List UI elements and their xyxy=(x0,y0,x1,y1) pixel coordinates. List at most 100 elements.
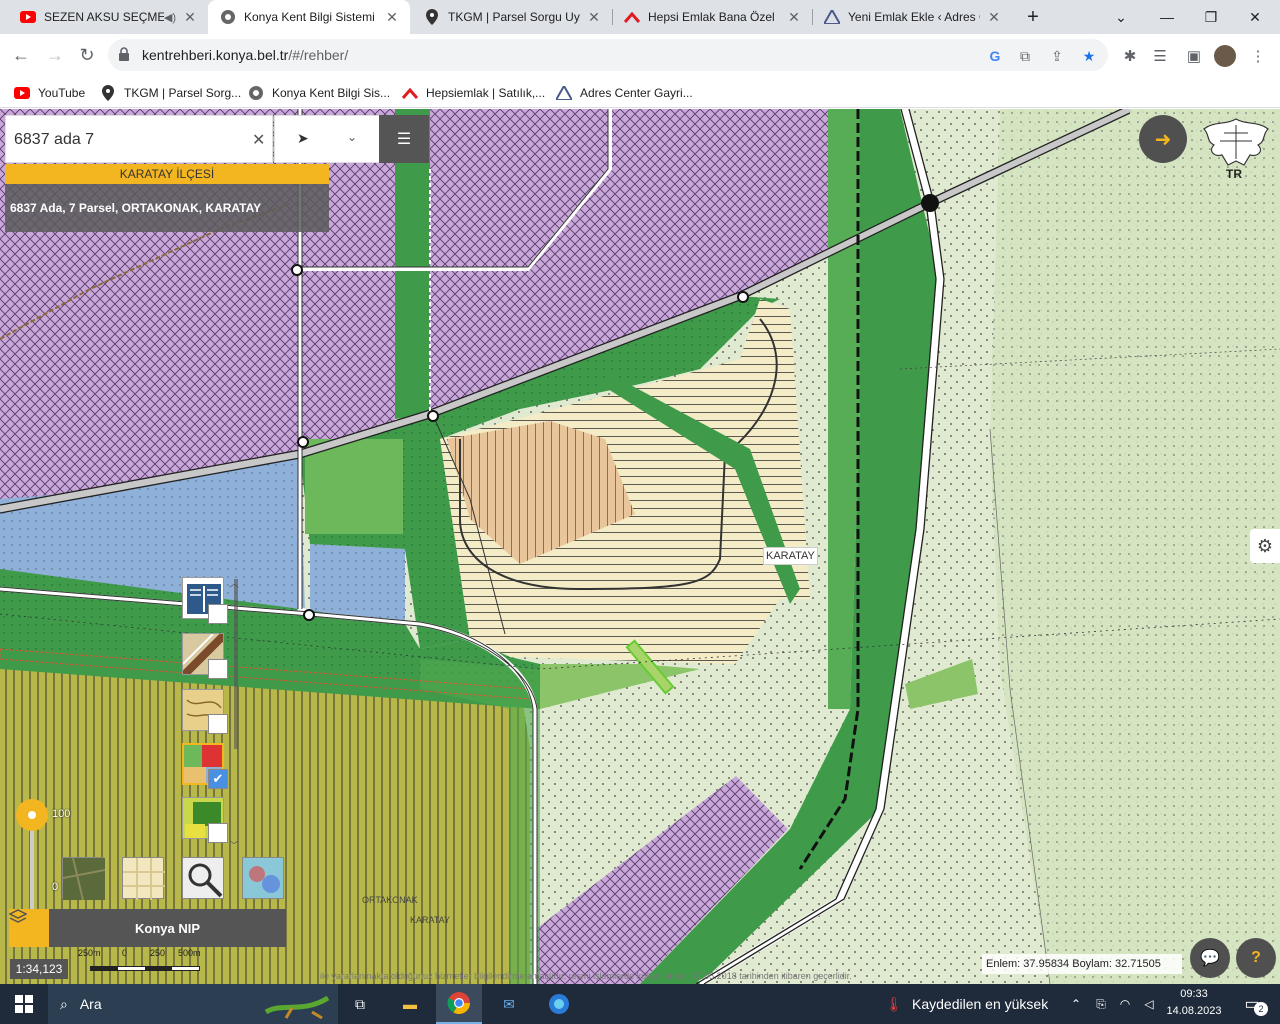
lizard-illustration-icon xyxy=(262,988,334,1020)
youtube-icon xyxy=(14,85,30,101)
weather-text[interactable]: Kaydedilen en yüksek xyxy=(912,984,1052,1024)
close-tab-icon[interactable]: ✕ xyxy=(786,9,802,26)
youtube-icon xyxy=(20,9,36,25)
tab-hepsiemlak[interactable]: Hepsi Emlak Bana Özel ✕ xyxy=(612,0,812,34)
scale-tick: 500m xyxy=(178,948,201,958)
question-icon: ? xyxy=(1251,949,1261,966)
search-result-item[interactable]: 6837 Ada, 7 Parsel, ORTAKONAK, KARATAY xyxy=(5,184,329,232)
google-icon[interactable]: G xyxy=(986,47,1004,65)
settings-button[interactable]: ⚙ xyxy=(1250,529,1280,563)
bookmark-konya[interactable]: Konya Kent Bilgi Sis... xyxy=(248,84,390,102)
scroll-down-icon[interactable]: ﹀ xyxy=(229,837,239,852)
close-tab-icon[interactable]: ✕ xyxy=(384,9,400,26)
layer-checkbox[interactable] xyxy=(208,714,228,734)
opacity-slider-track[interactable] xyxy=(30,829,34,909)
side-panel-icon[interactable]: ▣ xyxy=(1184,46,1204,66)
location-selector[interactable]: ➤ ⌄ xyxy=(274,115,380,163)
emblem-logo: TR xyxy=(1196,111,1276,183)
restore-button[interactable]: ❐ xyxy=(1188,0,1234,34)
scroll-up-icon[interactable]: ︿ xyxy=(229,575,239,590)
forward-button[interactable]: → xyxy=(40,40,70,70)
reload-button[interactable]: ↻ xyxy=(72,40,102,70)
emblem-text: TR xyxy=(1226,167,1242,181)
clock-time[interactable]: 09:33 xyxy=(1162,988,1226,1000)
chevron-up-icon[interactable]: ⌃ xyxy=(1066,984,1086,1024)
tab-konya[interactable]: Konya Kent Bilgi Sistemi ✕ xyxy=(208,0,410,34)
media-icon[interactable]: ☰ xyxy=(1150,46,1170,66)
close-window-button[interactable]: ✕ xyxy=(1232,0,1278,34)
url-host: kentrehberi.konya.bel.tr xyxy=(142,47,289,63)
start-button[interactable] xyxy=(0,984,48,1024)
chrome-taskbar-icon[interactable] xyxy=(436,984,482,1024)
task-view-icon[interactable]: ⧉ xyxy=(340,984,380,1024)
notification-icon[interactable]: ▭ 2 xyxy=(1234,984,1270,1024)
address-bar[interactable]: kentrehberi.konya.bel.tr/#/rehber/ G ⧉ ⇪… xyxy=(108,39,1108,71)
back-button[interactable]: ← xyxy=(6,40,36,70)
profile-avatar[interactable] xyxy=(1214,45,1236,67)
login-button[interactable]: ➜ xyxy=(1139,115,1187,163)
edge-browser-icon[interactable] xyxy=(536,984,582,1024)
help-button[interactable]: ? xyxy=(1236,938,1276,978)
extensions-icon[interactable]: ✱ xyxy=(1120,46,1140,66)
mail-icon[interactable]: ✉ xyxy=(486,984,532,1024)
tab-adres-center[interactable]: Yeni Emlak Ekle ‹ Adres Ce ✕ xyxy=(812,0,1012,34)
konya-logo-icon xyxy=(248,85,264,101)
layer-checkbox[interactable] xyxy=(208,823,228,843)
taskbar-search-placeholder: Ara xyxy=(79,996,102,1012)
layer-checkbox[interactable] xyxy=(208,659,228,679)
layers-icon[interactable] xyxy=(9,909,49,947)
bookmark-star-icon[interactable]: ★ xyxy=(1080,47,1098,65)
close-tab-icon[interactable]: ✕ xyxy=(182,9,198,26)
basemap-search[interactable] xyxy=(182,857,224,899)
sign-in-icon: ➜ xyxy=(1154,128,1172,151)
list-icon: ☰ xyxy=(396,131,412,148)
layer-scrollbar[interactable] xyxy=(234,579,238,749)
layer-checkbox-checked[interactable]: ✔ xyxy=(208,769,228,789)
menu-list-button[interactable]: ☰ xyxy=(379,115,429,163)
opacity-min-label: 0 xyxy=(52,881,59,893)
zoning-map[interactable] xyxy=(0,109,1280,984)
lock-icon[interactable] xyxy=(118,47,132,61)
faint-place-label: ORTAKONAK xyxy=(362,895,418,905)
clear-search-icon[interactable]: ✕ xyxy=(252,130,265,150)
bookmark-adres-center[interactable]: Adres Center Gayri... xyxy=(556,84,693,102)
taskbar-search[interactable]: ⌕ Ara xyxy=(48,984,338,1024)
speaker-icon[interactable]: ◀) xyxy=(164,11,176,24)
share-icon[interactable]: ⇪ xyxy=(1048,47,1066,65)
tab-search-icon[interactable]: ⌄ xyxy=(1098,0,1144,34)
volume-icon[interactable]: ◁ xyxy=(1138,984,1160,1024)
windows-taskbar: ⌕ Ara ⧉ ▬ ✉ 🌡 Kaydedilen en yüksek ⌃ ⎘ ◠… xyxy=(0,984,1280,1024)
disclaimer-text: ile yararlanmakta olduğunuz hizmetler bi… xyxy=(320,971,852,981)
network-icon[interactable]: ⎘ xyxy=(1090,984,1112,1024)
map-canvas[interactable]: ✕ ➤ ⌄ ☰ KARATAY İLÇESİ 6837 Ada, 7 Parse… xyxy=(0,109,1280,984)
wifi-icon[interactable]: ◠ xyxy=(1114,984,1136,1024)
minimize-button[interactable]: — xyxy=(1144,0,1190,34)
layers-title: Konya NIP xyxy=(134,920,200,936)
basemap-heatmap[interactable] xyxy=(242,857,284,899)
close-tab-icon[interactable]: ✕ xyxy=(986,9,1002,26)
clock-date[interactable]: 14.08.2023 xyxy=(1162,1005,1226,1017)
feedback-button[interactable]: 💬 xyxy=(1190,938,1230,978)
scale-tick: 250 xyxy=(150,948,166,958)
basemap-satellite[interactable] xyxy=(62,857,105,900)
search-box: ✕ xyxy=(5,115,273,163)
new-tab-button[interactable]: + xyxy=(1018,0,1048,34)
layer-checkbox[interactable] xyxy=(208,604,228,624)
tab-tkgm[interactable]: TKGM | Parsel Sorgu Uygu ✕ xyxy=(412,0,612,34)
file-explorer-icon[interactable]: ▬ xyxy=(388,984,432,1024)
search-input[interactable] xyxy=(14,128,234,152)
tab-youtube[interactable]: SEZEN AKSU SEÇME Ş ◀) ✕ xyxy=(8,0,208,34)
opacity-slider-handle[interactable] xyxy=(16,799,48,831)
close-tab-icon[interactable]: ✕ xyxy=(586,9,602,26)
layers-bar[interactable]: Konya NIP xyxy=(9,909,286,947)
basemap-street[interactable] xyxy=(122,857,165,900)
translate-icon[interactable]: ⧉ xyxy=(1016,47,1034,65)
bookmarks-bar: YouTube TKGM | Parsel Sorg... Konya Kent… xyxy=(0,78,1280,108)
search-icon: ⌕ xyxy=(60,995,68,1012)
bookmark-youtube[interactable]: YouTube xyxy=(14,84,85,102)
bookmark-tkgm[interactable]: TKGM | Parsel Sorg... xyxy=(100,84,241,102)
bookmark-hepsiemlak[interactable]: Hepsiemlak | Satılık,... xyxy=(402,84,545,102)
faint-place-label: KARATAY xyxy=(410,915,451,925)
kebab-menu-icon[interactable]: ⋮ xyxy=(1248,46,1268,66)
konya-logo-icon xyxy=(220,9,236,25)
